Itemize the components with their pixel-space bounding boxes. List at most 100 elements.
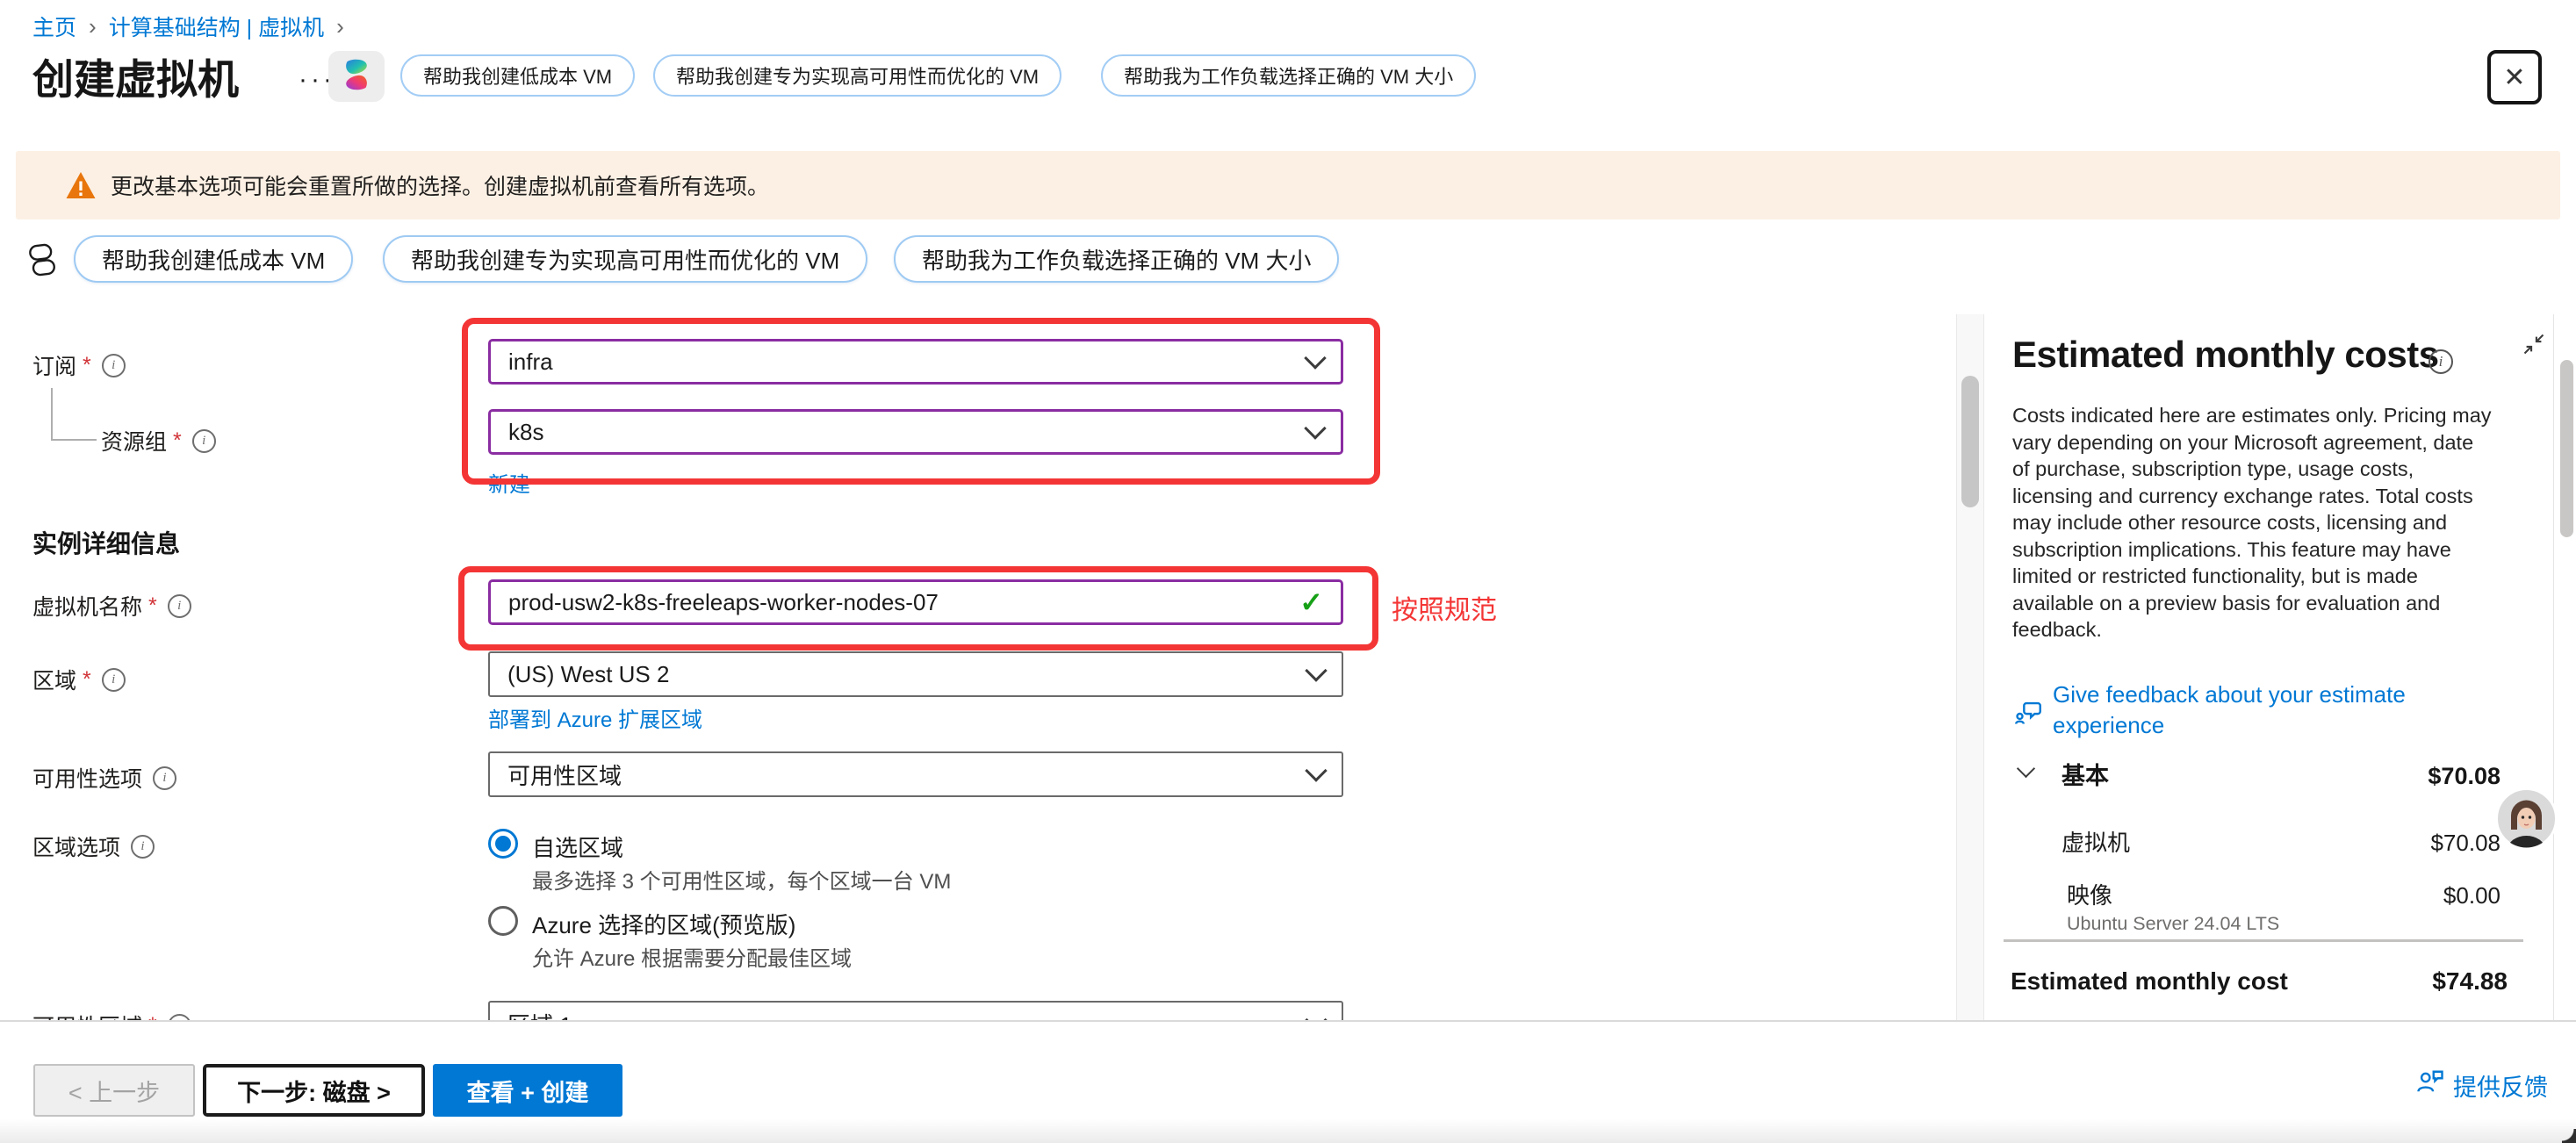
radio-self-selected-zones-desc: 最多选择 3 个可用性区域，每个区域一台 VM bbox=[532, 864, 951, 895]
assistant-avatar[interactable] bbox=[2495, 787, 2558, 850]
cost-panel-title: Estimated monthly costs bbox=[2012, 334, 2439, 376]
azure-extended-zones-link[interactable]: 部署到 Azure 扩展区域 bbox=[488, 702, 702, 733]
warning-icon bbox=[65, 170, 97, 200]
vm-name-label: 虚拟机名称 * i bbox=[32, 590, 191, 622]
cost-item-name: 映像 bbox=[2011, 878, 2112, 910]
next-step-disks-button[interactable]: 下一步: 磁盘 > bbox=[203, 1064, 425, 1117]
chevron-down-icon bbox=[1305, 759, 1327, 781]
cost-item-row: 虚拟机 $70.08 bbox=[2011, 825, 2500, 858]
info-icon[interactable]: i bbox=[2428, 349, 2453, 374]
breadcrumb-home-link[interactable]: 主页 bbox=[32, 11, 76, 42]
availability-options-value: 可用性区域 bbox=[507, 758, 622, 791]
required-asterisk: * bbox=[83, 353, 91, 378]
annotation-text: 按照规范 bbox=[1392, 588, 1497, 627]
resource-group-value: k8s bbox=[508, 419, 543, 446]
breadcrumb: 主页 › 计算基础结构 | 虚拟机 › bbox=[32, 11, 344, 42]
cost-item-name: 虚拟机 bbox=[2011, 825, 2130, 858]
review-create-button[interactable]: 查看 + 创建 bbox=[433, 1064, 622, 1117]
warning-text: 更改基本选项可能会重置所做的选择。创建虚拟机前查看所有选项。 bbox=[111, 169, 769, 201]
cost-panel-scrollbar[interactable] bbox=[2553, 314, 2576, 1020]
info-icon[interactable]: i bbox=[192, 429, 216, 453]
window-corner bbox=[2562, 1129, 2576, 1143]
cost-total-label: Estimated monthly cost bbox=[2011, 967, 2288, 996]
region-value: (US) West US 2 bbox=[507, 661, 669, 688]
suggestion-vm-size-button[interactable]: 帮助我为工作负载选择正确的 VM 大小 bbox=[1101, 54, 1476, 97]
cost-divider bbox=[2004, 939, 2523, 942]
radio-azure-selected-zones-label[interactable]: Azure 选择的区域(预览版) bbox=[532, 908, 795, 940]
suggestion-low-cost-vm-button[interactable]: 帮助我创建低成本 VM bbox=[400, 54, 635, 97]
availability-options-label-text: 可用性选项 bbox=[32, 762, 142, 794]
breadcrumb-vm-link[interactable]: 计算基础结构 | 虚拟机 bbox=[109, 11, 324, 42]
close-icon: ✕ bbox=[2503, 62, 2525, 93]
warning-banner: 更改基本选项可能会重置所做的选择。创建虚拟机前查看所有选项。 bbox=[16, 151, 2560, 219]
vm-name-label-text: 虚拟机名称 bbox=[32, 590, 142, 622]
cost-disclaimer-text: Costs indicated here are estimates only.… bbox=[2012, 402, 2493, 643]
resource-group-label: 资源组 * i bbox=[101, 425, 216, 456]
resource-group-dropdown[interactable]: k8s bbox=[488, 409, 1343, 455]
cost-panel-scrollbar-thumb[interactable] bbox=[2560, 360, 2573, 537]
subscription-dropdown[interactable]: infra bbox=[488, 339, 1343, 385]
valid-check-icon: ✓ bbox=[1299, 586, 1323, 619]
chevron-right-icon: › bbox=[89, 13, 97, 40]
radio-azure-selected-zones-desc: 允许 Azure 根据需要分配最佳区域 bbox=[532, 941, 852, 972]
subscription-label: 订阅 * i bbox=[32, 349, 126, 381]
info-icon[interactable]: i bbox=[153, 766, 176, 790]
close-button[interactable]: ✕ bbox=[2487, 50, 2542, 104]
suggestion-high-availability-button[interactable]: 帮助我创建专为实现高可用性而优化的 VM bbox=[653, 54, 1061, 97]
collapse-panel-icon[interactable] bbox=[2522, 332, 2546, 356]
subscription-value: infra bbox=[508, 349, 553, 376]
previous-step-button[interactable]: < 上一步 bbox=[33, 1064, 195, 1117]
tree-connector-horizontal bbox=[51, 439, 97, 441]
region-label: 区域 * i bbox=[32, 664, 126, 695]
radio-self-selected-zones-label[interactable]: 自选区域 bbox=[532, 830, 623, 863]
required-asterisk: * bbox=[173, 428, 182, 454]
estimate-feedback-link[interactable]: Give feedback about your estimate experi… bbox=[2053, 679, 2465, 741]
suggestion-low-cost-vm-button[interactable]: 帮助我创建低成本 VM bbox=[74, 235, 353, 283]
info-icon[interactable]: i bbox=[102, 668, 126, 692]
cost-group-row[interactable]: 基本 $70.08 bbox=[2011, 757, 2500, 791]
radio-azure-selected-zones[interactable] bbox=[488, 906, 518, 936]
create-new-resource-group-link[interactable]: 新建 bbox=[488, 467, 530, 498]
suggestion-high-availability-button[interactable]: 帮助我创建专为实现高可用性而优化的 VM bbox=[383, 235, 867, 283]
cost-item-amount: $0.00 bbox=[2443, 882, 2500, 909]
feedback-bubbles-icon bbox=[2014, 697, 2044, 727]
region-dropdown[interactable]: (US) West US 2 bbox=[488, 651, 1343, 697]
cost-item-caption: Ubuntu Server 24.04 LTS bbox=[2067, 913, 2279, 935]
create-vm-page: 主页 › 计算基础结构 | 虚拟机 › 创建虚拟机 ··· 帮助我创建低成本 bbox=[0, 0, 2576, 1143]
chevron-down-icon bbox=[1304, 417, 1326, 439]
cost-item-row: 映像 $0.00 bbox=[2011, 878, 2500, 910]
required-asterisk: * bbox=[148, 593, 157, 619]
vm-name-input[interactable]: prod-usw2-k8s-freeleaps-worker-nodes-07 … bbox=[488, 579, 1343, 625]
copilot-button[interactable] bbox=[328, 51, 385, 102]
cost-group-name: 基本 bbox=[2011, 757, 2109, 791]
region-label-text: 区域 bbox=[32, 664, 76, 695]
copilot-outline-icon bbox=[23, 241, 61, 279]
copilot-icon bbox=[338, 56, 375, 97]
person-feedback-icon bbox=[2414, 1066, 2446, 1097]
vm-name-value: prod-usw2-k8s-freeleaps-worker-nodes-07 bbox=[508, 589, 939, 616]
give-feedback-link[interactable]: 提供反馈 bbox=[2453, 1068, 2548, 1103]
info-icon[interactable]: i bbox=[168, 594, 191, 618]
cost-total-amount: $74.88 bbox=[2432, 967, 2508, 996]
suggestion-vm-size-button[interactable]: 帮助我为工作负载选择正确的 VM 大小 bbox=[894, 235, 1339, 283]
zone-options-label-text: 区域选项 bbox=[32, 830, 120, 862]
main-scrollbar-thumb[interactable] bbox=[1961, 376, 1979, 507]
radio-self-selected-zones[interactable] bbox=[488, 829, 518, 859]
resource-group-label-text: 资源组 bbox=[101, 425, 167, 456]
cost-group-amount: $70.08 bbox=[2428, 763, 2500, 790]
main-scrollbar[interactable] bbox=[1956, 314, 1984, 1020]
info-icon[interactable]: i bbox=[131, 835, 155, 859]
availability-options-dropdown[interactable]: 可用性区域 bbox=[488, 751, 1343, 797]
cost-total-row: Estimated monthly cost $74.88 bbox=[2011, 967, 2508, 996]
required-asterisk: * bbox=[83, 667, 91, 693]
info-icon[interactable]: i bbox=[102, 354, 126, 377]
chevron-down-icon bbox=[1305, 659, 1327, 681]
instance-details-heading: 实例详细信息 bbox=[32, 525, 180, 560]
subscription-label-text: 订阅 bbox=[32, 349, 76, 381]
zone-options-label: 区域选项 i bbox=[32, 830, 155, 862]
chevron-down-icon bbox=[1304, 347, 1326, 369]
cost-item-amount: $70.08 bbox=[2430, 830, 2500, 857]
availability-options-label: 可用性选项 i bbox=[32, 762, 176, 794]
footer-bar: < 上一步 下一步: 磁盘 > 查看 + 创建 提供反馈 bbox=[0, 1020, 2576, 1143]
tree-connector-vertical bbox=[51, 388, 53, 441]
